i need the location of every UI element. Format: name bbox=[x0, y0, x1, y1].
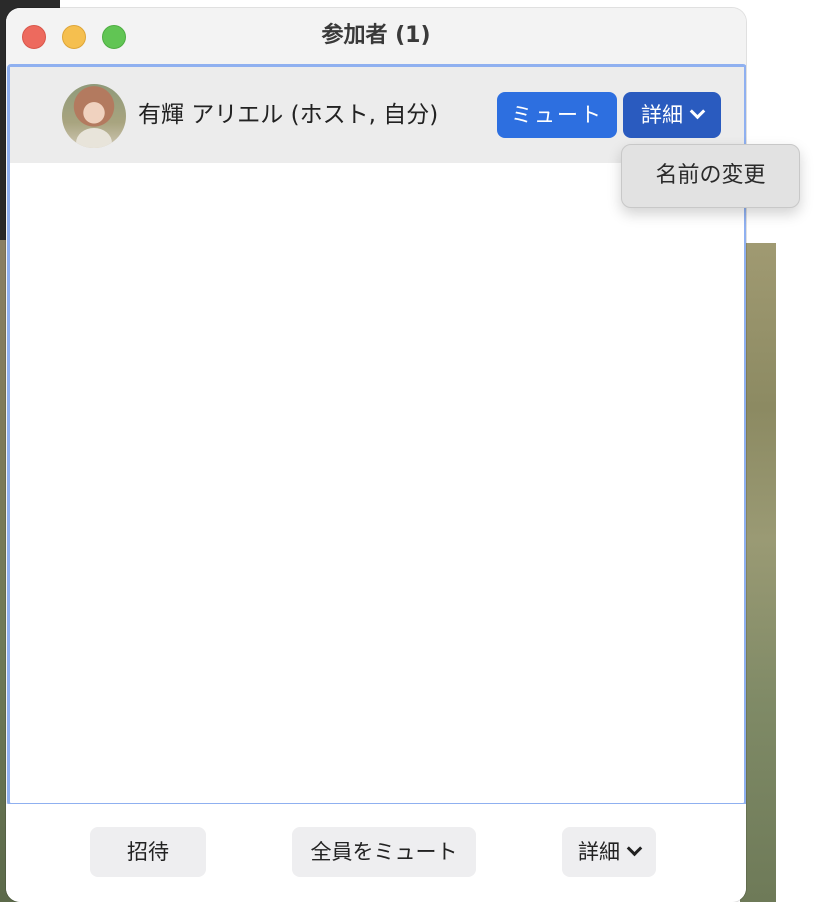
footer-toolbar: 招待 全員をミュート 詳細 bbox=[6, 804, 746, 902]
avatar-body-shape bbox=[76, 128, 112, 148]
participants-window: 参加者 (1) 有輝 アリエル (ホスト, 自分) ミュート 詳細 招待 全員を… bbox=[6, 8, 746, 902]
window-title: 参加者 (1) bbox=[321, 23, 431, 48]
participant-more-label: 詳細 bbox=[641, 103, 683, 127]
more-dropdown-menu: 名前の変更 bbox=[621, 144, 800, 208]
chevron-down-icon bbox=[626, 840, 643, 857]
background-right-edge bbox=[776, 0, 826, 902]
mute-all-button[interactable]: 全員をミュート bbox=[292, 827, 476, 877]
rename-menu-item[interactable]: 名前の変更 bbox=[622, 145, 799, 207]
participant-name: 有輝 アリエル (ホスト, 自分) bbox=[138, 102, 439, 128]
footer-more-label: 詳細 bbox=[578, 840, 620, 864]
chevron-down-icon bbox=[689, 103, 706, 120]
participant-more-button[interactable]: 詳細 bbox=[623, 92, 721, 138]
mute-button[interactable]: ミュート bbox=[497, 92, 617, 138]
title-bar: 参加者 (1) bbox=[6, 8, 746, 64]
footer-more-button[interactable]: 詳細 bbox=[562, 827, 656, 877]
invite-button[interactable]: 招待 bbox=[90, 827, 206, 877]
avatar bbox=[62, 84, 126, 148]
